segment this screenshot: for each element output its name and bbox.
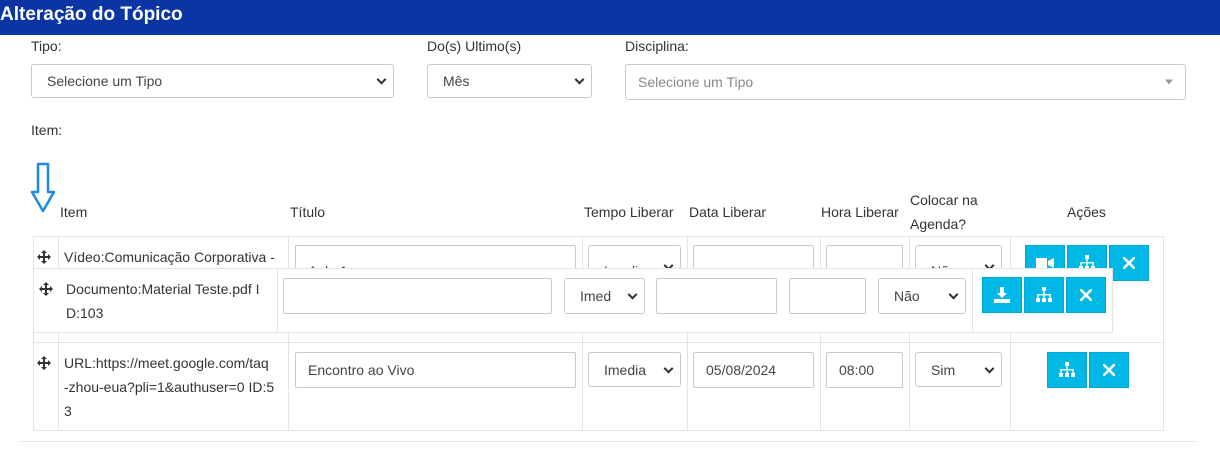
row-3-titulo-value: Encontro ao Vivo [308,362,415,378]
sitemap-icon [1059,362,1075,377]
caret-down-icon [1165,79,1173,85]
row-3-hierarchy-button[interactable] [1047,352,1087,388]
arrow-down-icon [30,162,56,213]
row-3-agenda-select[interactable]: Sim [915,352,1002,387]
chevron-down-icon [984,363,995,374]
column-header-acoes: Ações [1067,204,1106,220]
row-2-tempo-select[interactable]: Imed [564,278,645,314]
ultimos-select[interactable]: Mês [427,64,592,98]
row-2-hora-input[interactable] [789,278,866,314]
row-2-agenda-select[interactable]: Não [878,278,966,314]
row-3-hora-input[interactable]: 08:00 [826,352,903,388]
header-bar: Alteração do Tópico [0,0,1220,35]
chevron-down-icon [627,289,638,300]
col-divider [277,269,278,332]
row-2-data-input[interactable] [656,278,777,314]
column-header-agenda-line2: Agenda? [910,216,967,232]
row-2-item-line2: D:103 [66,305,104,321]
close-icon [1103,364,1115,376]
column-header-tempo: Tempo Liberar [584,204,674,220]
tipo-label: Tipo: [31,38,62,54]
row-3-tempo-select[interactable]: Imedia [588,352,681,387]
row-2-item-line1: Documento:Material Teste.pdf I [66,281,260,297]
disciplina-select-value: Selecione um Tipo [638,74,754,90]
row-divider [33,430,1164,431]
col-divider [33,236,34,430]
page-title: Alteração do Tópico [0,4,183,25]
col-divider [582,236,583,430]
row-divider [33,342,1164,343]
row-2-hierarchy-button[interactable] [1024,277,1064,313]
row-3-data-value: 05/08/2024 [706,362,777,378]
chevron-down-icon [376,74,387,85]
download-icon [994,287,1010,303]
disciplina-select[interactable]: Selecione um Tipo [625,64,1186,100]
col-divider [1010,236,1011,430]
row-3-delete-button[interactable] [1089,352,1129,388]
col-divider [820,236,821,430]
ultimos-label: Do(s) Ultimo(s) [427,38,522,54]
row-1-item-text: Vídeo:Comunicação Corporativa - [64,249,275,265]
col-divider [687,236,688,430]
sitemap-icon [1036,287,1052,302]
col-divider [1163,236,1164,430]
row-2-tempo-value: Imed [580,288,612,304]
move-icon[interactable] [39,282,53,296]
chevron-down-icon [663,363,674,374]
row-3-titulo-input[interactable]: Encontro ao Vivo [295,352,576,388]
row-3-tempo-value: Imedia [604,361,647,378]
row-3-item-line3: 3 [64,403,72,419]
row-3-agenda-value: Sim [931,361,956,378]
row-3-hora-value: 08:00 [839,362,875,378]
col-divider [972,269,973,332]
row-2-download-button[interactable] [982,277,1022,313]
row-2-delete-button[interactable] [1066,277,1106,313]
ultimos-select-value: Mês [443,73,470,89]
disciplina-label: Disciplina: [625,38,689,54]
chevron-down-icon [948,289,959,300]
table-bottom-line [20,441,1196,442]
column-header-hora: Hora Liberar [821,204,899,220]
column-header-titulo: Título [290,204,326,220]
dragged-table-row[interactable]: Documento:Material Teste.pdf I D:103 Ime… [33,268,1113,333]
row-2-titulo-input[interactable] [283,278,552,314]
row-divider [33,236,1164,237]
column-header-agenda-line1: Colocar na [910,192,978,208]
move-icon[interactable] [37,250,51,264]
col-divider [909,236,910,430]
row-2-agenda-value: Não [894,288,920,304]
close-icon [1080,289,1092,301]
row-3-data-input[interactable]: 05/08/2024 [693,352,814,388]
row-1-delete-button[interactable] [1109,245,1149,281]
column-header-item: Item [60,204,88,220]
col-divider [58,236,59,430]
tipo-select-value: Selecione um Tipo [47,73,163,89]
item-label: Item: [31,122,63,138]
col-divider [288,236,289,430]
row-3-item-line2: -zhou-eua?pli=1&authuser=0 ID:5 [64,379,275,395]
chevron-down-icon [574,74,585,85]
column-header-data: Data Liberar [689,204,767,220]
row-3-item-line1: URL:https://meet.google.com/taq [64,355,269,371]
move-icon[interactable] [37,356,51,370]
close-icon [1123,257,1135,269]
tipo-select[interactable]: Selecione um Tipo [31,64,394,98]
